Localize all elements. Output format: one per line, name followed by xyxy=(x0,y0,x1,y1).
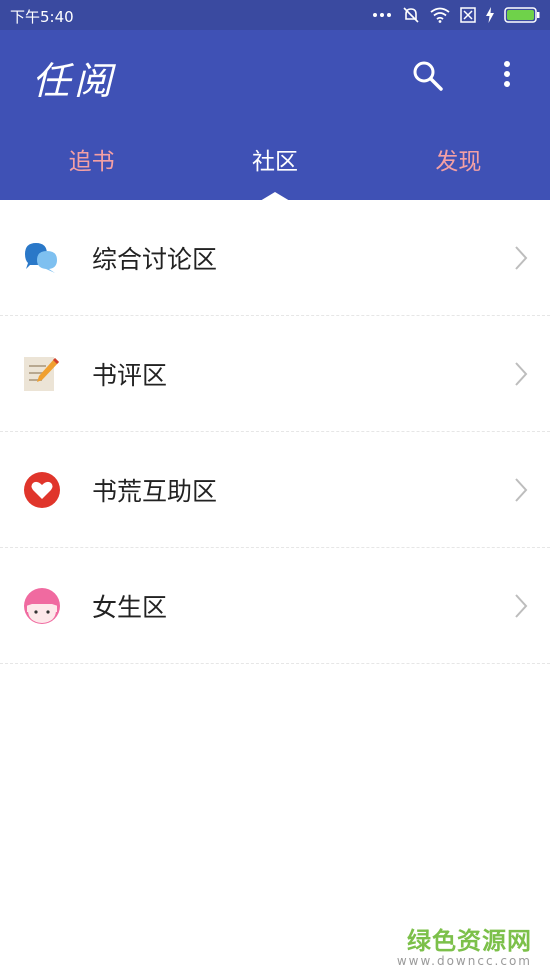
list-item-general-discussion[interactable]: 综合讨论区 xyxy=(0,200,550,316)
status-icons xyxy=(372,5,540,25)
more-dots-icon xyxy=(373,13,391,17)
chevron-right-icon xyxy=(515,246,528,270)
community-list: 综合讨论区 书评区 书荒互助区 女生区 xyxy=(0,200,550,664)
list-item-label: 女生区 xyxy=(92,593,168,622)
watermark-main: 绿色资源网 xyxy=(407,927,532,955)
list-item-girls-zone[interactable]: 女生区 xyxy=(0,548,550,664)
tab-bar: 追书 社区 发现 xyxy=(0,130,550,200)
chevron-right-icon xyxy=(515,478,528,502)
status-bar: 下午5:40 xyxy=(0,0,550,30)
watermark: 绿色资源网 www.downcc.com xyxy=(397,921,532,968)
chat-bubbles-icon xyxy=(25,243,57,273)
list-item-book-reviews[interactable]: 书评区 xyxy=(0,316,550,432)
list-item-book-help[interactable]: 书荒互助区 xyxy=(0,432,550,548)
sim-icon xyxy=(460,7,476,23)
notepad-pencil-icon xyxy=(24,357,59,391)
watermark-sub: www.downcc.com xyxy=(396,954,532,968)
app-title: 任阅 xyxy=(32,59,117,103)
wifi-icon xyxy=(430,7,450,23)
list-item-label: 书评区 xyxy=(92,361,168,390)
search-icon xyxy=(413,61,443,91)
chevron-right-icon xyxy=(515,594,528,618)
tab-follow-books[interactable]: 追书 xyxy=(0,130,183,188)
tab-community[interactable]: 社区 xyxy=(183,130,366,188)
list-item-label: 综合讨论区 xyxy=(92,245,218,274)
more-vert-icon xyxy=(504,61,510,87)
tab-discover[interactable]: 发现 xyxy=(367,130,550,188)
search-button[interactable] xyxy=(410,58,446,94)
charging-icon xyxy=(486,7,494,23)
battery-icon xyxy=(504,7,540,23)
status-time: 下午5:40 xyxy=(10,8,74,26)
more-options-button[interactable] xyxy=(497,58,517,94)
chevron-right-icon xyxy=(515,362,528,386)
app-bar: 任阅 追书 社区 发现 xyxy=(0,30,550,200)
list-item-label: 书荒互助区 xyxy=(92,477,218,506)
mute-icon xyxy=(403,7,419,23)
girl-face-icon xyxy=(24,588,60,624)
heart-icon xyxy=(24,472,60,508)
